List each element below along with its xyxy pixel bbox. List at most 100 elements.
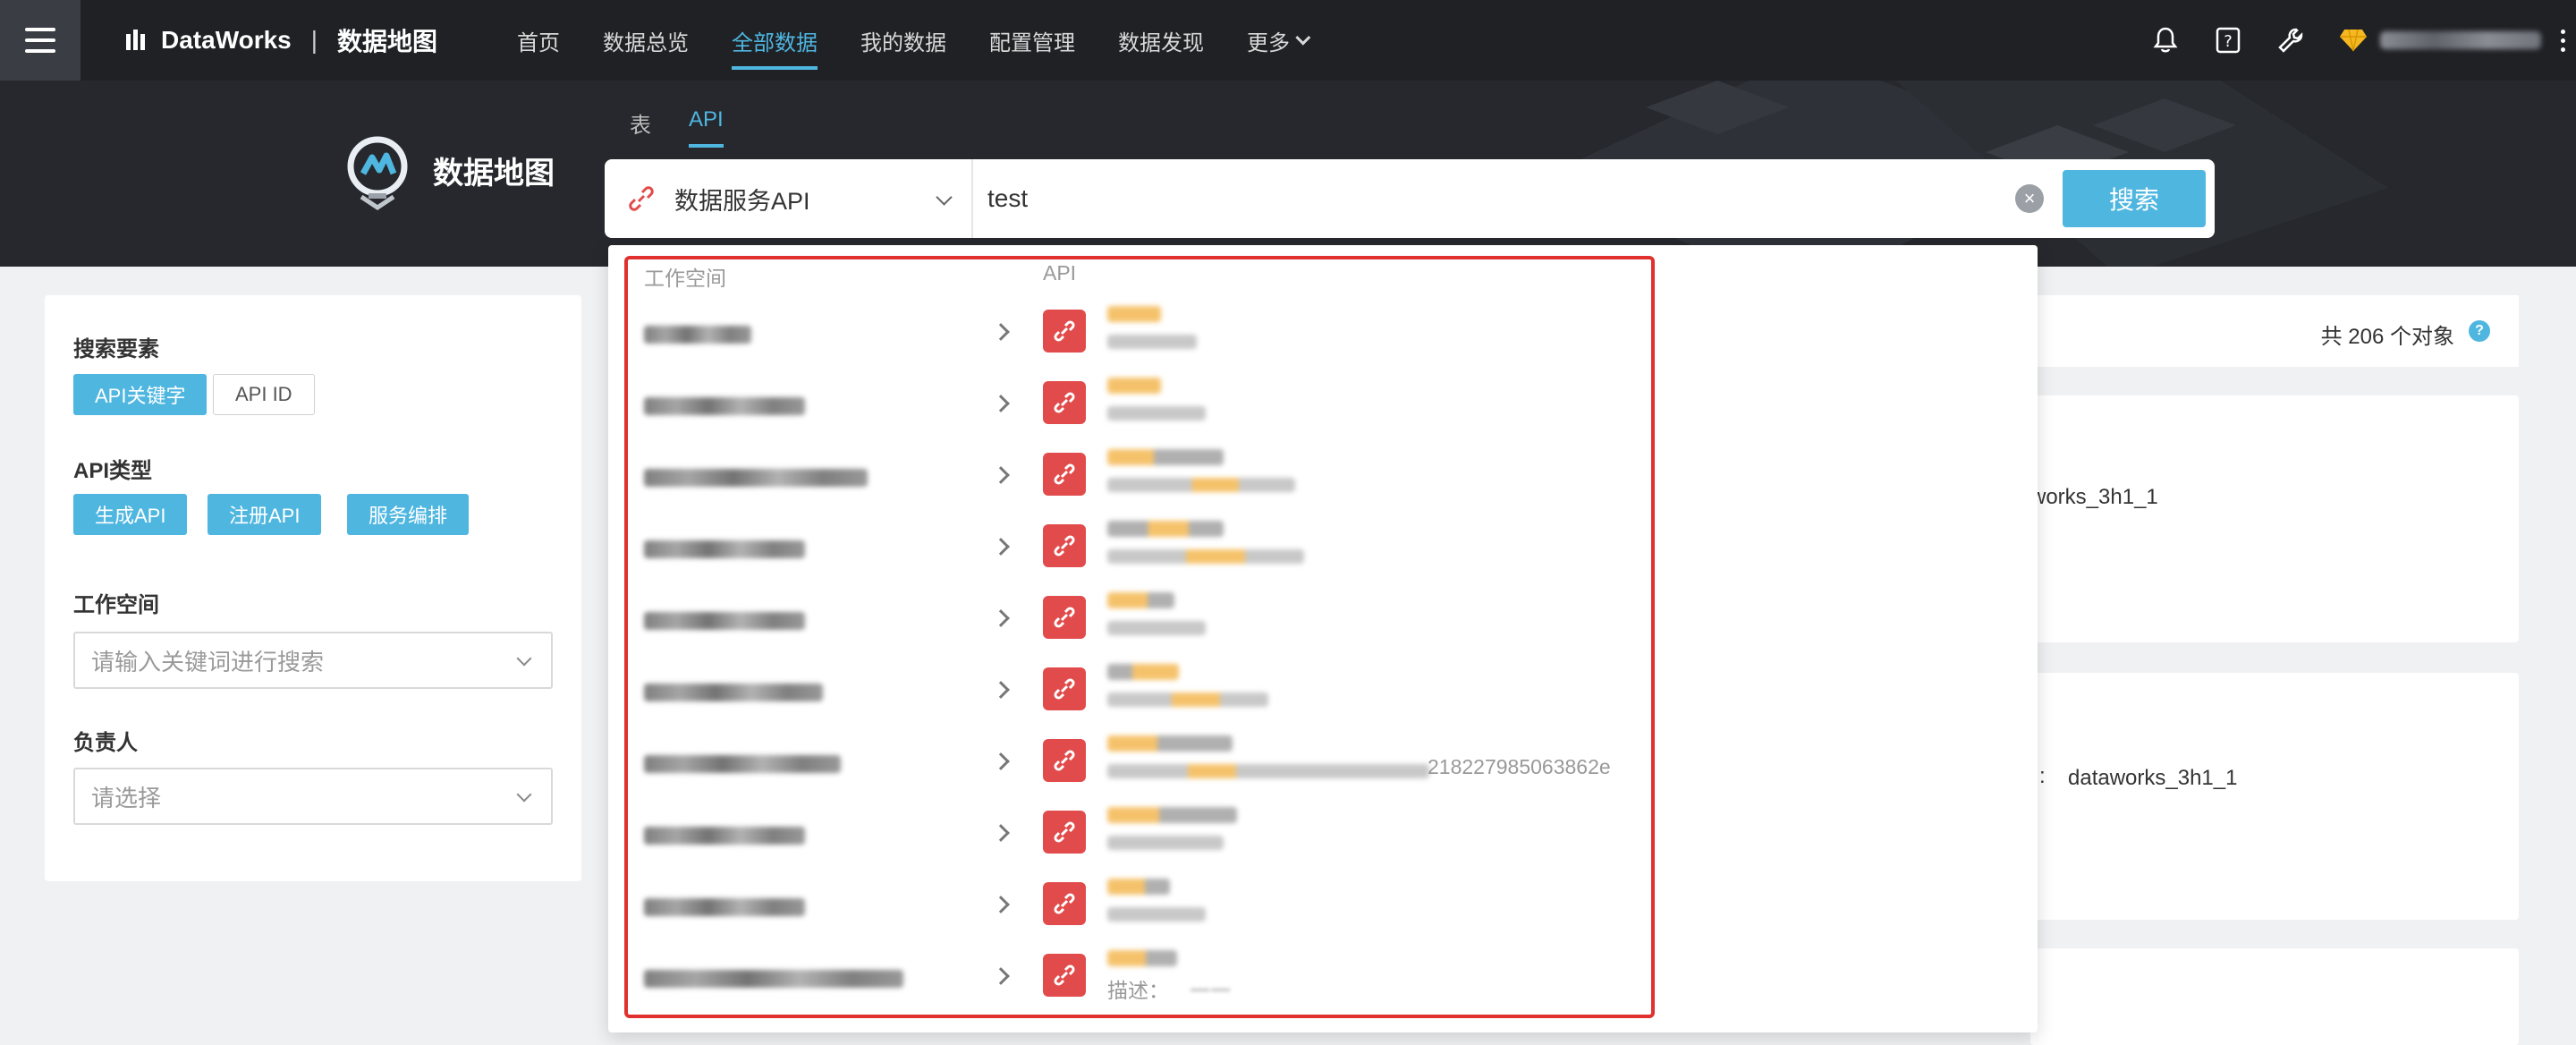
api-description-tail: 218227985063862e xyxy=(1428,755,1611,778)
api-link-icon xyxy=(1043,381,1086,424)
api-type-label: 数据服务API xyxy=(674,187,810,215)
workspace-name xyxy=(644,612,805,630)
hamburger-menu-button[interactable] xyxy=(0,0,80,81)
search-input[interactable] xyxy=(987,159,2061,238)
suggestion-row[interactable] xyxy=(608,299,1637,370)
chevron-right-icon xyxy=(992,967,1010,985)
link-icon xyxy=(629,186,654,211)
result-count-bar: 共 206 个对象 ? xyxy=(2030,295,2519,367)
tab-table[interactable]: 表 xyxy=(630,107,651,148)
nav-config[interactable]: 配置管理 xyxy=(989,0,1075,81)
suggestion-row[interactable]: 描述： 一一 xyxy=(608,943,1637,1015)
suggestion-row[interactable] xyxy=(608,442,1637,514)
chip-service-orchestration[interactable]: 服务编排 xyxy=(347,494,470,535)
chevron-down-icon xyxy=(1295,30,1311,46)
suggestion-row[interactable] xyxy=(608,657,1637,728)
api-description-label: 描述： xyxy=(1107,979,1169,1002)
top-navigation-bar: DataWorks | 数据地图 首页 数据总览 全部数据 我的数据 配置管理 … xyxy=(0,0,2576,81)
nav-more-label: 更多 xyxy=(1247,30,1290,55)
api-description xyxy=(1107,549,1304,564)
api-name xyxy=(1107,807,1237,823)
workspace-name xyxy=(644,898,805,916)
api-name xyxy=(1107,306,1161,322)
dataworks-logo-icon xyxy=(126,30,145,50)
suggestion-row[interactable] xyxy=(608,871,1637,943)
result-card[interactable] xyxy=(2030,948,2519,1045)
suggestion-row[interactable] xyxy=(608,800,1637,871)
api-description xyxy=(1107,907,1206,922)
suggestion-row[interactable] xyxy=(608,514,1637,585)
workspace-placeholder: 请输入关键词进行搜索 xyxy=(91,648,325,675)
api-link-icon xyxy=(1043,811,1086,854)
api-link-icon xyxy=(1043,954,1086,997)
api-description xyxy=(1107,406,1206,421)
header-actions: ? xyxy=(2149,0,2576,81)
api-description xyxy=(1107,764,1429,778)
api-name xyxy=(1107,521,1224,537)
api-link-icon xyxy=(1043,524,1086,567)
bell-icon[interactable] xyxy=(2149,24,2182,56)
workspace-name xyxy=(644,469,868,487)
help-circle-icon[interactable]: ? xyxy=(2469,320,2490,342)
workspace-name xyxy=(644,326,751,344)
page-title: 数据地图 xyxy=(433,157,555,191)
workspace-name xyxy=(644,970,903,988)
main-nav: 首页 数据总览 全部数据 我的数据 配置管理 数据发现 更多 xyxy=(517,0,1349,81)
result-workspace-colon: : xyxy=(2039,764,2046,788)
workspace-name xyxy=(644,397,805,415)
api-description-value: 一一 xyxy=(1190,979,1231,1002)
chip-generated-api[interactable]: 生成API xyxy=(73,494,188,535)
api-description xyxy=(1107,836,1224,850)
suggestion-row[interactable]: 218227985063862e xyxy=(608,728,1637,800)
brand[interactable]: DataWorks | 数据地图 xyxy=(123,0,437,81)
keyword-filter-title: 搜索要素 xyxy=(73,337,159,361)
chevron-down-icon xyxy=(516,786,532,803)
nav-discovery[interactable]: 数据发现 xyxy=(1118,0,1204,81)
brand-name: DataWorks xyxy=(161,26,292,54)
api-name xyxy=(1107,879,1170,895)
column-header-workspace: 工作空间 xyxy=(644,267,726,290)
api-link-icon xyxy=(1043,596,1086,639)
chevron-right-icon xyxy=(992,466,1010,484)
api-description xyxy=(1107,335,1197,349)
search-type-tabs: 表 API xyxy=(630,107,724,148)
api-type-select[interactable]: 数据服务API xyxy=(605,159,973,238)
result-card[interactable]: works_3h1_1 xyxy=(2030,395,2519,642)
product-name: 数据地图 xyxy=(337,28,438,55)
help-icon[interactable]: ? xyxy=(2212,24,2244,56)
chip-registered-api[interactable]: 注册API xyxy=(208,494,322,535)
workspace-select[interactable]: 请输入关键词进行搜索 xyxy=(73,632,553,689)
api-type-filter-title: API类型 xyxy=(73,459,153,483)
api-description xyxy=(1107,692,1268,707)
chevron-right-icon xyxy=(992,824,1010,842)
filter-panel: 搜索要素 API关键字 API ID API类型 生成API 注册API 服务编… xyxy=(45,295,581,881)
api-link-icon xyxy=(1043,739,1086,782)
user-account-name[interactable] xyxy=(2380,31,2541,49)
api-name xyxy=(1107,664,1179,680)
api-name xyxy=(1107,950,1177,966)
chip-api-id[interactable]: API ID xyxy=(213,374,315,415)
wrench-icon[interactable] xyxy=(2275,24,2307,56)
nav-overview[interactable]: 数据总览 xyxy=(603,0,689,81)
chevron-right-icon xyxy=(992,896,1010,913)
suggestion-row[interactable] xyxy=(608,585,1637,657)
chip-api-keyword[interactable]: API关键字 xyxy=(73,374,208,415)
chevron-right-icon xyxy=(992,609,1010,627)
result-workspace: works_3h1_1 xyxy=(2030,485,2158,509)
result-workspace: dataworks_3h1_1 xyxy=(2068,766,2238,790)
search-button[interactable]: 搜索 xyxy=(2063,170,2206,227)
nav-all-data[interactable]: 全部数据 xyxy=(732,0,818,81)
owner-select[interactable]: 请选择 xyxy=(73,768,553,825)
more-vertical-icon[interactable] xyxy=(2561,29,2565,52)
nav-home[interactable]: 首页 xyxy=(517,0,560,81)
svg-text:?: ? xyxy=(2224,32,2233,51)
nav-my-data[interactable]: 我的数据 xyxy=(860,0,946,81)
result-card[interactable]: : dataworks_3h1_1 xyxy=(2030,673,2519,920)
chevron-down-icon xyxy=(516,650,532,667)
suggestion-row[interactable] xyxy=(608,370,1637,442)
tab-api[interactable]: API xyxy=(689,107,724,148)
nav-more[interactable]: 更多 xyxy=(1247,0,1311,81)
api-name xyxy=(1107,449,1224,465)
api-name xyxy=(1107,592,1174,608)
clear-input-icon[interactable]: × xyxy=(2015,184,2044,213)
